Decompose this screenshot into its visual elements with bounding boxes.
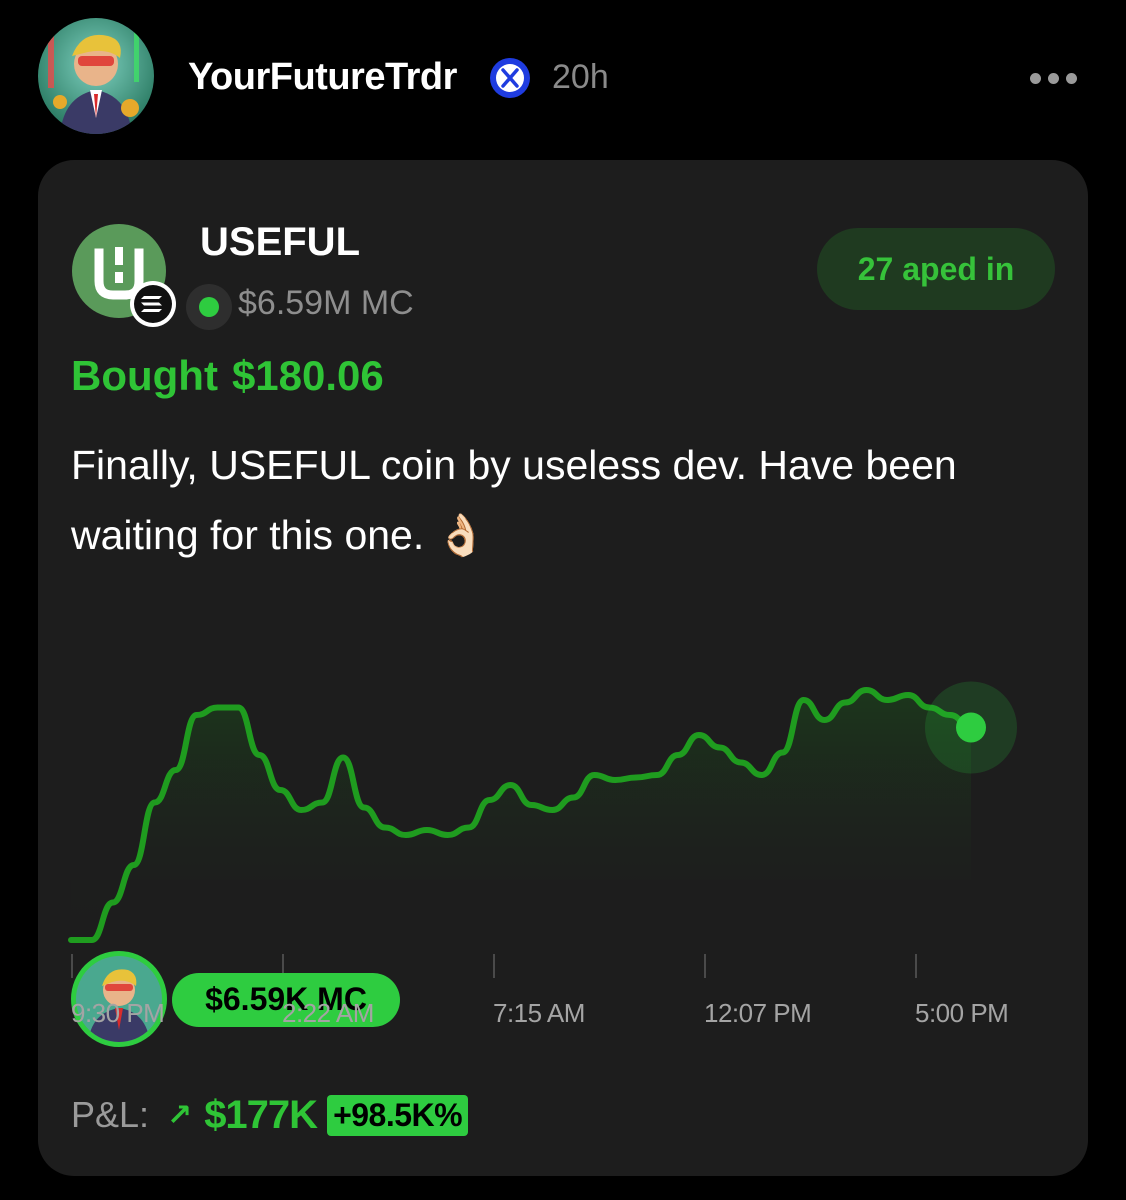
post-timestamp: 20h bbox=[552, 58, 609, 96]
post-text: Finally, USEFUL coin by useless dev. Hav… bbox=[71, 430, 1071, 570]
username[interactable]: YourFutureTrdr bbox=[188, 56, 457, 99]
x-tick-label: 12:07 PM bbox=[704, 998, 812, 1028]
trend-up-arrow-icon: ↗ bbox=[167, 1098, 193, 1132]
x-axis-labels: 9:30 PM 2:22 AM 7:15 AM 12:07 PM 5:00 PM bbox=[38, 998, 1088, 1038]
pnl-row: P&L: ↗ $177K +98.5K% bbox=[71, 1090, 469, 1140]
x-tick-label: 2:22 AM bbox=[282, 998, 374, 1028]
bought-amount: $180.06 bbox=[231, 352, 384, 399]
user-avatar[interactable] bbox=[38, 18, 154, 134]
x-tick-label: 7:15 AM bbox=[493, 998, 585, 1028]
live-status-icon bbox=[186, 284, 232, 330]
bought-row: Bought $180.06 bbox=[71, 352, 384, 400]
more-dots-icon[interactable] bbox=[1030, 64, 1086, 94]
aped-in-button[interactable]: 27 aped in bbox=[817, 228, 1055, 310]
x-tick-label: 9:30 PM bbox=[71, 998, 165, 1028]
x-tick-label: 5:00 PM bbox=[915, 998, 1009, 1028]
token-market-cap: $6.59M MC bbox=[238, 284, 414, 322]
pnl-percent-badge: +98.5K% bbox=[327, 1094, 469, 1136]
live-dot bbox=[199, 297, 219, 317]
chart-area bbox=[71, 690, 971, 940]
bought-label: Bought bbox=[71, 352, 218, 399]
trade-card[interactable]: USEFUL $6.59M MC 27 aped in Bought $180.0… bbox=[38, 160, 1088, 1176]
post-text-line: Finally, USEFUL coin by useless dev. Hav… bbox=[71, 442, 957, 488]
pnl-label: P&L: bbox=[71, 1094, 150, 1135]
pnl-value: $177K bbox=[204, 1092, 318, 1137]
post-text-line: waiting for this one. 👌🏻 bbox=[71, 512, 487, 558]
solana-icon bbox=[129, 280, 177, 328]
avatar-illustration bbox=[38, 18, 154, 134]
token-name[interactable]: USEFUL bbox=[200, 220, 360, 265]
x-logo-badge-icon bbox=[488, 56, 532, 100]
current-point[interactable] bbox=[956, 712, 986, 743]
post-header: YourFutureTrdr 20h bbox=[0, 0, 1126, 160]
